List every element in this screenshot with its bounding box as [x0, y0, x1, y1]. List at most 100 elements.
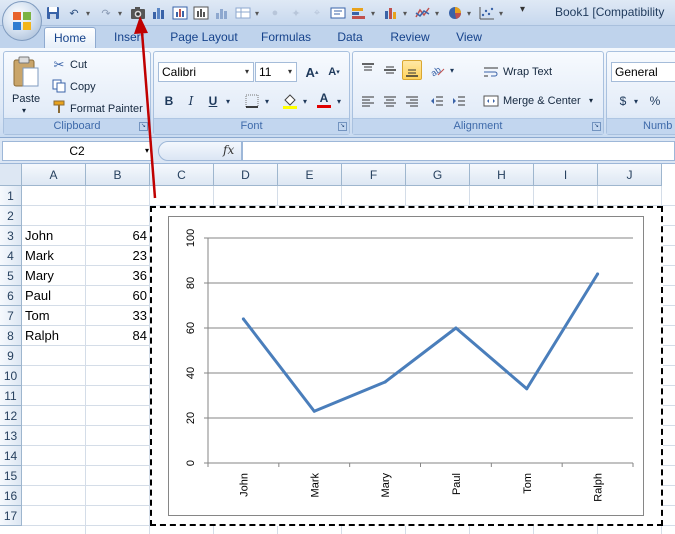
row-header-5[interactable]: 5	[0, 266, 22, 286]
stacked-chart-icon[interactable]	[213, 4, 231, 22]
cell-value[interactable]: 36	[86, 266, 150, 286]
cell-value[interactable]: 64	[86, 226, 150, 246]
row-header-14[interactable]: 14	[0, 446, 22, 466]
align-center-icon[interactable]	[380, 91, 400, 111]
copy-button[interactable]: Copy	[70, 81, 96, 93]
row-header-6[interactable]: 6	[0, 286, 22, 306]
column-header-a[interactable]: A	[22, 164, 86, 186]
tab-review[interactable]: Review	[382, 27, 438, 48]
line-chart-dropdown-icon[interactable]: ▾	[435, 9, 443, 18]
shrink-font-button[interactable]: A ▾	[324, 62, 344, 82]
column-header-g[interactable]: G	[406, 164, 470, 186]
font-color-dropdown-icon[interactable]: ▾	[334, 91, 344, 111]
currency-dropdown-icon[interactable]: ▾	[631, 91, 641, 111]
row-header-15[interactable]: 15	[0, 466, 22, 486]
column-header-j[interactable]: J	[598, 164, 662, 186]
save-icon[interactable]	[44, 4, 62, 22]
wrap-text-button[interactable]: Wrap Text	[503, 66, 552, 78]
underline-button[interactable]: U	[203, 91, 223, 111]
row-header-12[interactable]: 12	[0, 406, 22, 426]
format-painter-icon[interactable]	[51, 99, 67, 115]
customize-qat-icon[interactable]: ▾	[520, 4, 525, 15]
font-color-button[interactable]: A	[314, 89, 334, 109]
grow-font-button[interactable]: A ▴	[302, 62, 322, 82]
column-header-d[interactable]: D	[214, 164, 278, 186]
column-header-h[interactable]: H	[470, 164, 534, 186]
name-box-dropdown-icon[interactable]: ▾	[145, 142, 149, 160]
scatter-chart-icon[interactable]	[478, 4, 496, 22]
row-header-7[interactable]: 7	[0, 306, 22, 326]
cut-button[interactable]: Cut	[70, 59, 87, 71]
align-bottom-icon[interactable]	[402, 60, 422, 80]
bold-button[interactable]: B	[159, 91, 179, 111]
column-header-i[interactable]: I	[534, 164, 598, 186]
fill-color-dropdown-icon[interactable]: ▾	[300, 91, 310, 111]
line-chart-icon[interactable]	[414, 4, 432, 22]
font-size-dropdown-icon[interactable]: ▾	[284, 63, 296, 81]
merge-center-button[interactable]: Merge & Center	[503, 95, 581, 107]
insert-function-button[interactable]: fx	[223, 143, 234, 157]
row-header-13[interactable]: 13	[0, 426, 22, 446]
row-header-4[interactable]: 4	[0, 246, 22, 266]
row-header-1[interactable]: 1	[0, 186, 22, 206]
wrap-text-icon[interactable]	[483, 64, 499, 80]
chart-sheet-icon[interactable]	[192, 4, 210, 22]
scatter-chart-dropdown-icon[interactable]: ▾	[499, 9, 507, 18]
cell-value[interactable]: 84	[86, 326, 150, 346]
align-top-icon[interactable]	[358, 60, 378, 80]
column-header-c[interactable]: C	[150, 164, 214, 186]
font-size-combo[interactable]: 11 ▾	[255, 62, 297, 82]
cell-name[interactable]: John	[22, 226, 86, 246]
formula-input[interactable]	[242, 141, 675, 161]
increase-indent-icon[interactable]	[449, 91, 469, 111]
cell-name[interactable]: Paul	[22, 286, 86, 306]
shape-icon[interactable]: ✦	[287, 4, 305, 22]
paste-button[interactable]: Paste	[12, 93, 40, 105]
row-header-9[interactable]: 9	[0, 346, 22, 366]
row-header-3[interactable]: 3	[0, 226, 22, 246]
format-icon[interactable]: ⌖	[308, 4, 326, 22]
number-format-combo[interactable]: General	[611, 62, 675, 82]
orientation-dropdown-icon[interactable]: ▾	[447, 60, 457, 80]
pie-chart-icon[interactable]	[446, 4, 464, 22]
select-all-button[interactable]	[0, 164, 22, 186]
cell-value[interactable]: 23	[86, 246, 150, 266]
tab-page-layout[interactable]: Page Layout	[164, 27, 244, 48]
row-header-11[interactable]: 11	[0, 386, 22, 406]
align-middle-icon[interactable]	[380, 60, 400, 80]
orientation-icon[interactable]: ab	[427, 60, 447, 80]
name-box[interactable]: C2 ▾	[2, 141, 152, 161]
undo-dropdown-icon[interactable]: ▾	[86, 9, 94, 18]
camera-icon[interactable]	[129, 4, 147, 22]
percent-button[interactable]: %	[645, 91, 665, 111]
underline-dropdown-icon[interactable]: ▾	[223, 91, 233, 111]
shape-circle-icon[interactable]: ●	[266, 4, 284, 22]
alignment-launcher-icon[interactable]: ↘	[592, 122, 601, 131]
table-dropdown-icon[interactable]: ▾	[255, 9, 263, 18]
align-right-icon[interactable]	[402, 91, 422, 111]
copy-icon[interactable]	[51, 78, 67, 94]
font-name-dropdown-icon[interactable]: ▾	[241, 63, 253, 81]
pie-chart-dropdown-icon[interactable]: ▾	[467, 9, 475, 18]
font-name-combo[interactable]: Calibri ▾	[158, 62, 254, 82]
column-header-b[interactable]: B	[86, 164, 150, 186]
cell-value[interactable]: 60	[86, 286, 150, 306]
cell-name[interactable]: Mark	[22, 246, 86, 266]
row-header-2[interactable]: 2	[0, 206, 22, 226]
office-button[interactable]	[2, 1, 42, 41]
row-header-17[interactable]: 17	[0, 506, 22, 526]
currency-button[interactable]: $	[613, 91, 633, 111]
tab-formulas[interactable]: Formulas	[254, 27, 318, 48]
row-header-8[interactable]: 8	[0, 326, 22, 346]
column-chart-dropdown-icon[interactable]: ▾	[403, 9, 411, 18]
borders-dropdown-icon[interactable]: ▾	[262, 91, 272, 111]
merge-center-icon[interactable]	[483, 93, 499, 109]
fill-color-icon[interactable]	[280, 91, 300, 111]
redo-icon[interactable]: ↷	[97, 4, 115, 22]
text-box-icon[interactable]	[329, 4, 347, 22]
bar-chart-icon[interactable]	[350, 4, 368, 22]
cell-name[interactable]: Mary	[22, 266, 86, 286]
row-header-16[interactable]: 16	[0, 486, 22, 506]
cell-name[interactable]: Tom	[22, 306, 86, 326]
align-left-icon[interactable]	[358, 91, 378, 111]
